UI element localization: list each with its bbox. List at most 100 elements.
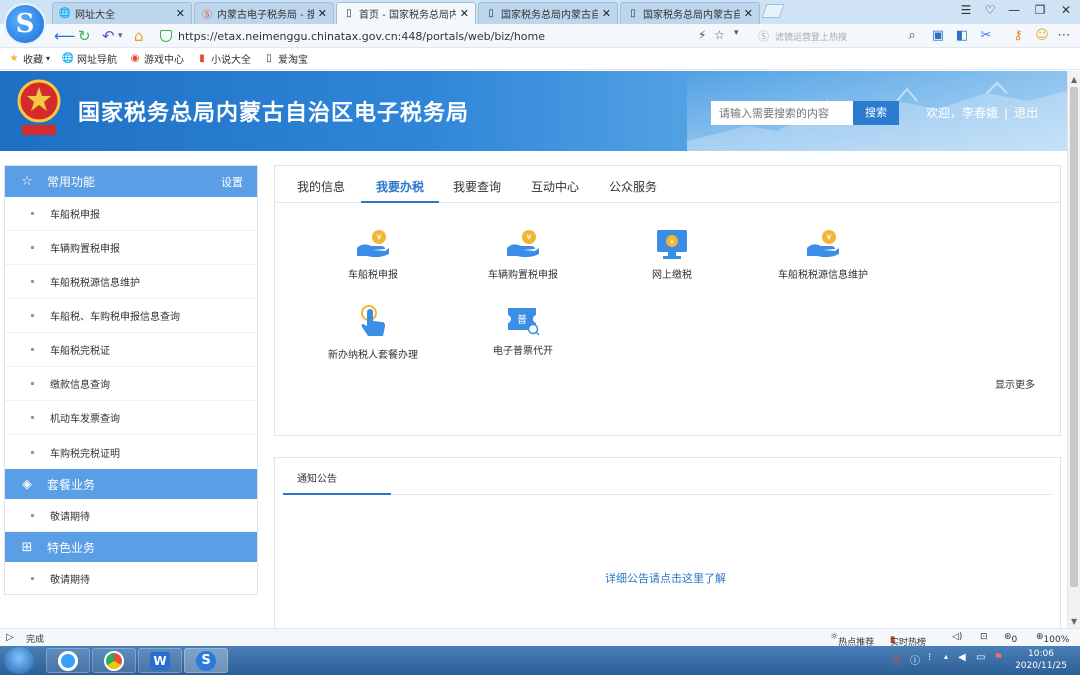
- site-search-button[interactable]: 搜索: [853, 101, 899, 125]
- star-icon[interactable]: ☆: [714, 28, 725, 42]
- browser-tab-label: 网址大全: [75, 10, 115, 21]
- speaker-icon[interactable]: ◁): [952, 632, 962, 642]
- browser-tab-5[interactable]: ▯ 国家税务总局内蒙古自治 ✕: [620, 2, 760, 24]
- back-icon[interactable]: ⟵: [54, 27, 76, 45]
- smiley-icon[interactable]: ☺: [1034, 28, 1050, 44]
- tray-expand-icon[interactable]: ▴: [944, 652, 948, 661]
- tab-query[interactable]: 我要查询: [453, 178, 501, 195]
- scroll-up-icon[interactable]: ▲: [1071, 75, 1077, 84]
- function-label: 车船税税源信息维护: [778, 270, 868, 281]
- sidebar-item[interactable]: 车船税申报: [5, 197, 257, 231]
- tab-notice[interactable]: 通知公告: [297, 470, 337, 485]
- close-icon[interactable]: ✕: [460, 7, 469, 20]
- translate-icon[interactable]: ◧: [954, 28, 970, 44]
- sidebar-toggle-icon[interactable]: ▷: [6, 632, 14, 643]
- notice-detail-link[interactable]: 详细公告请点击这里了解: [605, 570, 726, 586]
- page-scrollbar[interactable]: ▲ ▼: [1067, 71, 1080, 628]
- sogou-tray-icon[interactable]: Ⓢ: [892, 652, 902, 667]
- chevron-down-icon[interactable]: ▾: [118, 27, 123, 45]
- sidebar-item[interactable]: 车船税税源信息维护: [5, 265, 257, 299]
- lightning-icon[interactable]: ⚡: [698, 28, 706, 42]
- bookmark-taobao[interactable]: ▯ 爱淘宝: [263, 51, 308, 66]
- undo-icon[interactable]: ↶: [102, 27, 115, 45]
- bookmark-label: 收藏: [23, 55, 43, 66]
- scroll-down-icon[interactable]: ▼: [1071, 617, 1077, 626]
- network-tray-icon[interactable]: ▭: [976, 652, 985, 663]
- search-hint: 滤镜运营登上热搜: [775, 32, 848, 43]
- screenshot-tool-icon[interactable]: ▣: [930, 28, 946, 44]
- browser-tab-4[interactable]: ▯ 国家税务总局内蒙古自治 ✕: [478, 2, 618, 24]
- bookmark-novels[interactable]: ▮ 小说大全: [196, 51, 251, 66]
- zoom-control[interactable]: ⊕ 100%: [1036, 632, 1069, 645]
- flag-tray-icon[interactable]: ⚑: [994, 652, 1003, 663]
- sidebar-item[interactable]: 敬请期待: [5, 499, 257, 532]
- sidebar-settings-link[interactable]: 设置: [221, 174, 243, 190]
- tab-my-info[interactable]: 我的信息: [297, 178, 345, 195]
- sidebar-group-common[interactable]: ☆ 常用功能 设置: [5, 166, 257, 197]
- browser-search-input[interactable]: Ⓢ 滤镜运营登上热搜: [758, 27, 918, 45]
- key-icon[interactable]: ⚷: [1010, 28, 1026, 44]
- close-icon[interactable]: ✕: [744, 7, 753, 20]
- taskbar-app-chrome[interactable]: [92, 648, 136, 673]
- sidebar-group-package[interactable]: ◈ 套餐业务: [5, 469, 257, 499]
- hot-recommend-link[interactable]: ☼ 热点推荐: [830, 632, 874, 648]
- keyboard-tray-icon[interactable]: ⁝: [928, 652, 931, 663]
- skin-icon[interactable]: ♡: [980, 3, 1000, 17]
- maximize-icon[interactable]: ❐: [1030, 3, 1050, 17]
- function-e-invoice-issue[interactable]: 普 电子普票代开: [463, 304, 583, 357]
- help-tray-icon[interactable]: ⓘ: [910, 652, 920, 667]
- site-search-input[interactable]: [711, 101, 853, 125]
- function-online-payment[interactable]: ¥ 网上缴税: [612, 228, 732, 281]
- sidebar-item[interactable]: 缴款信息查询: [5, 367, 257, 401]
- sidebar-item[interactable]: 车购税完税证明: [5, 435, 257, 469]
- scrollbar-thumb[interactable]: [1070, 87, 1078, 587]
- download-count[interactable]: ⊛ 0: [1004, 632, 1017, 645]
- bookmark-nav[interactable]: 🌐 网址导航: [62, 51, 117, 66]
- wps-writer-icon: W: [150, 651, 170, 670]
- lock-icon[interactable]: ⊡: [980, 632, 988, 642]
- function-vehicle-purchase-tax[interactable]: ¥ 车辆购置税申报: [463, 228, 583, 281]
- taskbar-clock[interactable]: 10:06 2020/11/25: [1010, 648, 1072, 672]
- taskbar-app-wps[interactable]: W: [138, 648, 182, 673]
- sidebar-item[interactable]: 敬请期待: [5, 562, 257, 595]
- taskbar-app-search[interactable]: [46, 648, 90, 673]
- menu-icon[interactable]: ☰: [956, 3, 976, 17]
- url-field[interactable]: https://etax.neimenggu.chinatax.gov.cn:4…: [160, 26, 750, 46]
- browser-tab-1[interactable]: 🌐 网址大全 ✕: [52, 2, 192, 24]
- browser-tab-2[interactable]: Ⓢ 内蒙古电子税务局 - 搜狗 ✕: [194, 2, 334, 24]
- sidebar-item[interactable]: 车船税、车购税申报信息查询: [5, 299, 257, 333]
- close-icon[interactable]: ✕: [602, 7, 611, 20]
- function-new-taxpayer-package[interactable]: 新办纳税人套餐办理: [313, 304, 433, 361]
- sogou-browser-logo-icon[interactable]: S: [4, 3, 46, 45]
- search-icon[interactable]: ⌕: [904, 28, 920, 44]
- minimize-icon[interactable]: —: [1004, 3, 1024, 17]
- close-icon[interactable]: ✕: [176, 7, 185, 20]
- bookmark-games[interactable]: ◉ 游戏中心: [129, 51, 184, 66]
- show-more-link[interactable]: 显示更多: [995, 376, 1035, 391]
- new-tab-button[interactable]: [761, 4, 785, 18]
- mute-tray-icon[interactable]: ◀: [958, 652, 966, 663]
- tab-interaction[interactable]: 互动中心: [531, 178, 579, 195]
- home-icon[interactable]: ⌂: [134, 27, 144, 45]
- page-icon: ▯: [488, 8, 494, 19]
- bookmark-favorites[interactable]: ★ 收藏 ▾: [8, 51, 51, 66]
- more-options-icon[interactable]: ⋯: [1056, 28, 1072, 44]
- tab-tax-handling[interactable]: 我要办税: [376, 178, 424, 195]
- tab-public-service[interactable]: 公众服务: [609, 178, 657, 195]
- close-icon[interactable]: ✕: [318, 7, 327, 20]
- hand-coin-icon: ¥: [357, 230, 389, 258]
- logout-link[interactable]: 退出: [1014, 106, 1038, 120]
- sidebar-item[interactable]: 机动车发票查询: [5, 401, 257, 435]
- start-button[interactable]: [4, 647, 34, 674]
- sidebar-group-special[interactable]: ⊞ 特色业务: [5, 532, 257, 562]
- function-vessel-tax-source[interactable]: ¥ 车船税税源信息维护: [763, 228, 883, 281]
- taskbar-app-sogou-browser[interactable]: S: [184, 648, 228, 673]
- sidebar-item[interactable]: 车辆购置税申报: [5, 231, 257, 265]
- refresh-icon[interactable]: ↻: [78, 27, 91, 45]
- window-close-icon[interactable]: ✕: [1056, 3, 1076, 17]
- chevron-down-icon[interactable]: ▾: [734, 28, 739, 38]
- sidebar-item[interactable]: 车船税完税证: [5, 333, 257, 367]
- function-vessel-tax-declaration[interactable]: ¥ 车船税申报: [313, 228, 433, 281]
- scissors-icon[interactable]: ✂: [978, 28, 994, 44]
- browser-tab-3[interactable]: ▯ 首页 - 国家税务总局内蒙 ✕: [336, 2, 476, 24]
